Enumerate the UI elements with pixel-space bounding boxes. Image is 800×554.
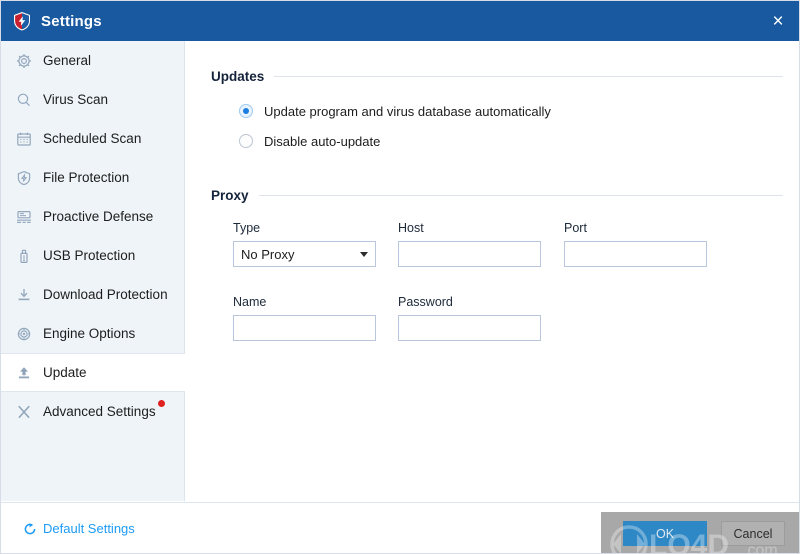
- dialog-button-tray: OK Cancel LO4D .com: [601, 512, 799, 553]
- server-icon: [15, 208, 33, 226]
- sidebar-item-proactive-defense[interactable]: Proactive Defense: [1, 197, 184, 236]
- radio-label: Disable auto-update: [264, 133, 381, 149]
- default-settings-button[interactable]: Default Settings: [23, 521, 135, 536]
- titlebar: Settings ×: [1, 1, 799, 41]
- close-icon[interactable]: ×: [755, 1, 799, 41]
- sidebar-item-download-protection[interactable]: Download Protection: [1, 275, 184, 314]
- divider: [274, 75, 783, 77]
- shield-icon: [14, 12, 30, 31]
- proxy-name-input[interactable]: [233, 315, 376, 341]
- gear-icon: [15, 52, 33, 70]
- sidebar-item-file-protection[interactable]: File Protection: [1, 158, 184, 197]
- settings-window: Settings × General Virus Scan Scheduled …: [0, 0, 800, 554]
- sidebar-item-label: USB Protection: [43, 248, 136, 263]
- proxy-password-input[interactable]: [398, 315, 541, 341]
- window-body: General Virus Scan Scheduled Scan File P…: [1, 41, 799, 501]
- type-label: Type: [233, 221, 261, 235]
- proxy-section: Proxy Type No Proxy Host Port Name Passw…: [211, 186, 783, 351]
- sidebar-item-label: Advanced Settings: [43, 400, 165, 419]
- radio-indicator[interactable]: [239, 134, 253, 148]
- status-badge: [157, 400, 165, 407]
- cancel-button[interactable]: Cancel: [721, 521, 785, 546]
- sidebar-item-label: Engine Options: [43, 326, 136, 341]
- sidebar-item-label: Update: [43, 365, 87, 380]
- radio-label: Update program and virus database automa…: [264, 103, 551, 119]
- shield-bolt-icon: [15, 169, 33, 187]
- proxy-section-header: Proxy: [211, 186, 783, 204]
- updates-section: Updates Update program and virus databas…: [211, 67, 783, 152]
- section-title: Proxy: [211, 187, 249, 203]
- main-panel: Updates Update program and virus databas…: [186, 41, 799, 501]
- sidebar-item-label: Virus Scan: [43, 92, 109, 107]
- magnifier-icon: [15, 91, 33, 109]
- sidebar-item-label: Scheduled Scan: [43, 131, 142, 146]
- proxy-type-select[interactable]: No Proxy: [233, 241, 376, 267]
- proxy-type-value: No Proxy: [241, 246, 295, 262]
- host-label: Host: [398, 221, 424, 235]
- ok-button[interactable]: OK: [623, 521, 707, 546]
- sidebar-item-label: Download Protection: [43, 287, 168, 302]
- sidebar-item-virus-scan[interactable]: Virus Scan: [1, 80, 184, 119]
- password-label: Password: [398, 295, 453, 309]
- proxy-port-group: Port: [564, 221, 707, 267]
- proxy-host-input[interactable]: [398, 241, 541, 267]
- proxy-password-group: Password: [398, 295, 541, 341]
- default-settings-label: Default Settings: [43, 521, 135, 536]
- sidebar-item-usb-protection[interactable]: USB Protection: [1, 236, 184, 275]
- sidebar-item-label: General: [43, 53, 92, 68]
- calendar-icon: [15, 130, 33, 148]
- sidebar-item-general[interactable]: General: [1, 41, 184, 80]
- usb-icon: [15, 247, 33, 265]
- proxy-name-group: Name: [233, 295, 376, 341]
- proxy-port-input[interactable]: [564, 241, 707, 267]
- port-label: Port: [564, 221, 587, 235]
- upload-icon: [15, 364, 33, 382]
- sidebar-item-label: File Protection: [43, 170, 130, 185]
- sidebar-item-advanced-settings[interactable]: Advanced Settings: [1, 392, 184, 431]
- sidebar-item-engine-options[interactable]: Engine Options: [1, 314, 184, 353]
- updates-section-header: Updates: [211, 67, 783, 85]
- sidebar: General Virus Scan Scheduled Scan File P…: [1, 41, 185, 501]
- sidebar-item-label: Proactive Defense: [43, 209, 154, 224]
- sidebar-item-text: Advanced Settings: [43, 404, 156, 419]
- window-title: Settings: [41, 12, 102, 30]
- divider: [258, 194, 783, 196]
- reset-icon: [23, 522, 37, 536]
- download-icon: [15, 286, 33, 304]
- radio-indicator[interactable]: [239, 104, 253, 118]
- name-label: Name: [233, 295, 267, 309]
- proxy-type-group: Type No Proxy: [233, 221, 376, 267]
- sidebar-item-update[interactable]: Update: [1, 353, 185, 392]
- footer: Default Settings OK Cancel LO4D .com: [1, 502, 799, 553]
- radio-disable-auto-update[interactable]: Disable auto-update: [239, 130, 783, 152]
- chevron-down-icon: [360, 251, 368, 257]
- proxy-host-group: Host: [398, 221, 541, 267]
- radio-auto-update[interactable]: Update program and virus database automa…: [239, 100, 783, 122]
- sidebar-item-scheduled-scan[interactable]: Scheduled Scan: [1, 119, 184, 158]
- tools-icon: [15, 403, 33, 421]
- section-title: Updates: [211, 68, 265, 84]
- engine-icon: [15, 325, 33, 343]
